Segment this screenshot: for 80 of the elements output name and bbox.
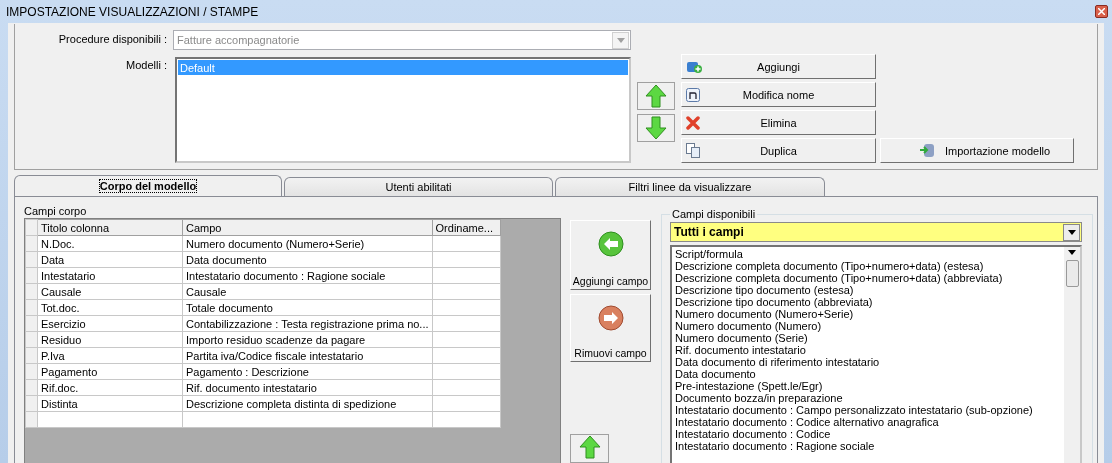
remove-field-button[interactable]: Rimuovi campo <box>570 294 651 362</box>
table-cell: Intestatario documento : Ragione sociale <box>182 267 433 284</box>
field-item[interactable]: Rif. documento intestatario <box>675 344 1061 356</box>
close-button[interactable] <box>1095 5 1108 18</box>
table-cell: Intestatario <box>37 267 183 284</box>
window-title: IMPOSTAZIONE VISUALIZZAZIONI / STAMPE <box>6 4 259 19</box>
models-label: Modelli : <box>126 59 167 71</box>
arrow-down-icon <box>645 116 667 140</box>
table-cell: Esercizio <box>37 315 183 332</box>
field-item[interactable]: Descrizione completa documento (Tipo+numero+data) (abbreviata) <box>675 272 1061 284</box>
caret-icon <box>1067 229 1076 235</box>
table-cell: Partita iva/Codice fiscale intestatario <box>182 347 433 364</box>
tab[interactable]: Utenti abilitati <box>284 177 553 196</box>
table-cell: Rif.doc. <box>37 379 183 396</box>
body-fields-label: Campi corpo <box>24 205 88 218</box>
scrollbar-thumb[interactable] <box>1065 260 1079 287</box>
available-fields-list[interactable] <box>670 245 1082 463</box>
field-item[interactable]: Descrizione tipo documento (estesa) <box>675 284 1061 296</box>
table-cell: P.Iva <box>37 347 183 364</box>
field-item[interactable]: Data documento di riferimento intestatario <box>675 356 1061 368</box>
caret-icon <box>1068 250 1076 255</box>
table-cell: Rif. documento intestatario <box>182 379 433 396</box>
field-item[interactable]: Numero documento (Numero) <box>675 320 1061 332</box>
move-up-button[interactable] <box>637 82 675 110</box>
caret-icon <box>616 37 625 43</box>
arrow-right-icon <box>597 305 624 332</box>
table-cell: Descrizione completa distinta di spedizione <box>182 395 433 412</box>
table-cell: Numero documento (Numero+Serie) <box>182 235 433 252</box>
table-cell: Totale documento <box>182 299 433 316</box>
move-down-button[interactable] <box>637 114 675 142</box>
copy-icon <box>686 143 700 158</box>
column-header: Campo <box>182 219 433 236</box>
table-cell: Data <box>37 251 183 268</box>
field-item[interactable]: Intestatario documento : Campo personalizzato intestatario (sub-opzione) <box>675 404 1061 416</box>
field-item[interactable]: Intestatario documento : Codice <box>675 428 1061 440</box>
scrollbar[interactable] <box>1064 247 1080 463</box>
table-cell: Pagamento : Descrizione <box>182 363 433 380</box>
import-model-button[interactable]: Importazione modello <box>880 138 1074 163</box>
folder-add-icon <box>686 59 702 74</box>
column-header: Titolo colonna <box>37 219 183 236</box>
table-cell: Importo residuo scadenze da pagare <box>182 331 433 348</box>
table-cell: N.Doc. <box>37 235 183 252</box>
field-filter-dropdown[interactable]: Tutti i campi <box>670 222 1082 242</box>
field-item[interactable]: Intestatario documento : Codice alternativo anagrafica <box>675 416 1061 428</box>
delete-icon <box>686 115 700 130</box>
model-action-button[interactable]: Elimina <box>681 110 876 135</box>
tab[interactable]: Corpo del modello <box>14 175 282 196</box>
table-cell: Distinta <box>37 395 183 412</box>
procedure-value: Fatture accompagnatorie <box>177 34 300 46</box>
field-item[interactable]: Script/formula <box>675 248 1061 260</box>
table-cell: Contabilizzazione : Testa registrazione prima no... <box>182 315 433 332</box>
table-cell: Causale <box>37 283 183 300</box>
table-cell: Pagamento <box>37 363 183 380</box>
field-item[interactable]: Data documento <box>675 368 1061 380</box>
field-item[interactable]: Documento bozza/in preparazione <box>675 392 1061 404</box>
field-item[interactable]: Numero documento (Numero+Serie) <box>675 308 1061 320</box>
procedure-label: Procedure disponibili : <box>58 33 167 45</box>
arrow-up-icon <box>645 84 667 108</box>
field-item[interactable]: Intestatario documento : Ragione sociale <box>675 440 1061 452</box>
database-import-icon <box>919 143 935 158</box>
table-cell: Data documento <box>182 251 433 268</box>
column-header: Ordiname... <box>432 219 501 236</box>
tab[interactable]: Filtri linee da visualizzare <box>555 177 825 196</box>
arrow-left-icon <box>597 231 624 257</box>
available-fields-label: Campi disponibili <box>671 208 757 220</box>
letter-n-icon <box>686 87 700 102</box>
table-cell: Residuo <box>37 331 183 348</box>
model-action-button[interactable]: Modifica nome <box>681 82 876 107</box>
field-item[interactable]: Numero documento (Serie) <box>675 332 1061 344</box>
add-field-button[interactable]: Aggiungi campo <box>570 220 651 291</box>
close-icon <box>1098 8 1105 15</box>
move-field-up-button[interactable] <box>570 433 609 463</box>
model-action-button[interactable]: Aggiungi <box>681 54 876 79</box>
table-cell: Causale <box>182 283 433 300</box>
model-action-button[interactable]: Duplica <box>681 138 876 163</box>
field-item[interactable]: Pre-intestazione (Spett.le/Egr) <box>675 380 1061 392</box>
arrow-up-icon <box>578 434 601 459</box>
field-item[interactable]: Descrizione tipo documento (abbreviata) <box>675 296 1061 308</box>
field-item[interactable]: Descrizione completa documento (Tipo+numero+data) (estesa) <box>675 260 1061 272</box>
table-cell: Tot.doc. <box>37 299 183 316</box>
